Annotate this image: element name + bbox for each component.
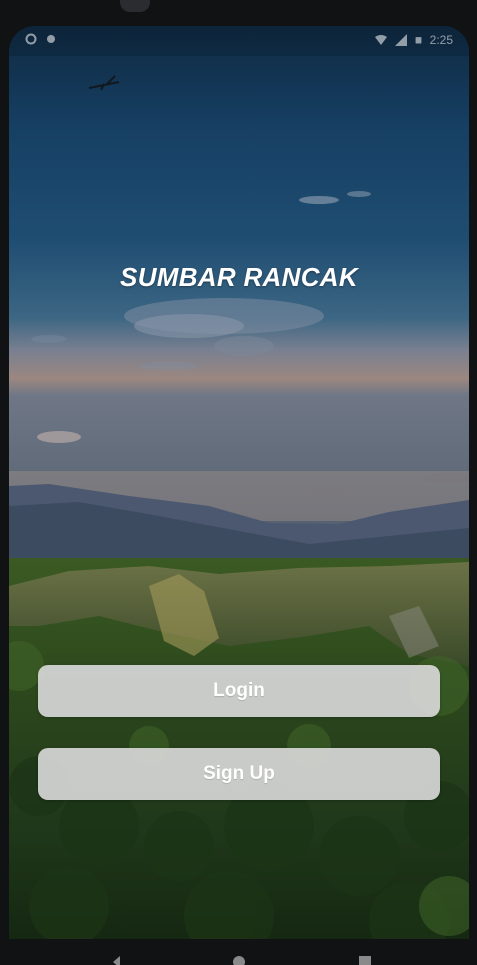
- status-right-icons: 2:25: [374, 33, 453, 47]
- camera-notch: [120, 0, 150, 12]
- sign-up-button[interactable]: Sign Up: [38, 748, 440, 800]
- back-icon[interactable]: [110, 955, 124, 965]
- login-button[interactable]: Login: [38, 665, 440, 717]
- battery-icon: [415, 37, 422, 44]
- phone-device: 2:25 SUMBAR RANCAK Login Sign Up: [0, 0, 477, 965]
- notification-icon: [47, 35, 55, 43]
- signal-icon: [394, 34, 407, 46]
- status-time: 2:25: [429, 33, 453, 47]
- home-icon[interactable]: [232, 955, 246, 965]
- recents-icon[interactable]: [358, 955, 372, 965]
- background-landscape-image: [9, 26, 469, 939]
- system-navigation-bar: [0, 939, 477, 965]
- app-title: SUMBAR RANCAK: [120, 262, 358, 292]
- status-bar: 2:25: [9, 26, 469, 56]
- settings-icon: [25, 33, 37, 45]
- app-screen: 2:25 SUMBAR RANCAK Login Sign Up: [9, 26, 469, 939]
- wifi-icon: [374, 35, 387, 45]
- status-left-icons: [25, 33, 57, 45]
